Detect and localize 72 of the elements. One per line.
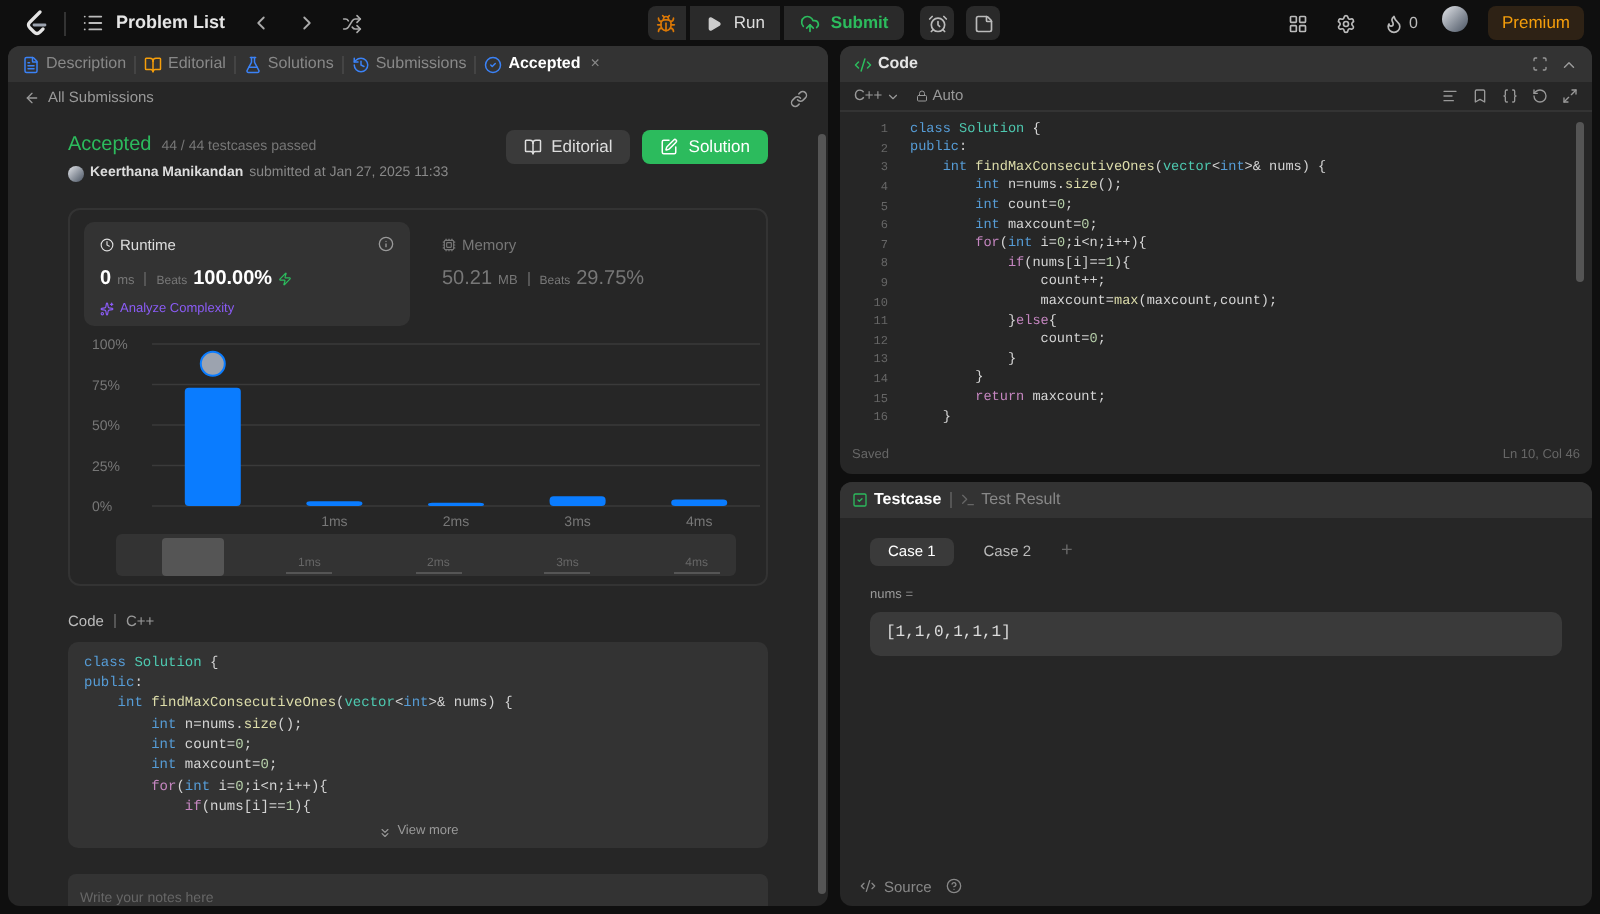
avatar [1442,5,1468,31]
panel-tab[interactable]: Editorial [136,46,234,82]
source-icon[interactable] [860,878,876,895]
debug-button[interactable] [647,6,686,40]
sparkles-icon [100,302,114,317]
back-arrow-icon [24,90,40,106]
bookmark-icon[interactable] [1472,88,1488,104]
editorial-button[interactable]: Editorial [505,130,631,164]
code-icon [854,55,872,73]
accepted-tab-icon [484,55,503,73]
beats-value: 29.75% [576,265,645,294]
link-icon[interactable] [790,89,808,107]
bar [549,495,606,505]
bar [671,498,728,505]
reset-icon[interactable] [1532,88,1548,104]
logo-icon[interactable] [24,9,48,37]
terminal-icon [959,492,976,508]
flame-icon[interactable] [1383,13,1404,33]
alarm-clock-icon [927,13,948,33]
close-icon[interactable]: × [590,52,600,76]
streak-count: 0 [1409,11,1418,35]
scrollbar[interactable] [1576,122,1584,282]
note-button[interactable] [966,6,1001,40]
bug-icon [656,13,677,33]
cloud-upload-icon [800,13,821,33]
status-label: Accepted [68,132,152,160]
description-tab-icon [22,55,40,73]
problem-list-link[interactable]: Problem List [116,9,226,37]
panel-tab[interactable]: Accepted × [476,46,608,82]
clock-icon [100,237,114,252]
double-chevron-icon [377,825,392,839]
panel-tab[interactable]: Testcase [852,488,942,512]
stat-value: 0 [100,265,112,294]
checkbox-icon [852,492,868,508]
slider-handle[interactable] [162,537,224,575]
format-icon[interactable] [1442,88,1458,104]
info-icon[interactable] [378,236,394,253]
layout-icon[interactable] [1287,13,1308,33]
panel-tab[interactable]: Test Result [959,488,1061,512]
timer-button[interactable] [920,6,955,40]
user-avatar [68,166,84,183]
panel-tab[interactable]: Solutions [235,46,342,82]
panel-tab[interactable]: Submissions [343,46,475,82]
braces-icon[interactable] [1502,88,1518,104]
caret-icon [886,89,901,103]
input-field[interactable]: [1,1,0,1,1,1] [870,611,1562,656]
help-icon[interactable] [945,878,962,895]
book-icon [523,138,542,156]
editorial-tab-icon [144,55,163,73]
edit-icon [660,138,679,156]
shuffle-icon[interactable] [341,13,362,33]
fullscreen-icon[interactable] [1532,56,1548,72]
bar [184,386,241,505]
run-button[interactable]: Run [689,6,781,40]
submissions-tab-icon [351,55,370,73]
avatar-marker [199,349,226,376]
chip-icon [442,237,456,252]
play-icon [705,15,722,31]
panel-title: Code [878,52,918,76]
note-icon [973,13,994,33]
premium-button[interactable]: Premium [1488,6,1585,40]
settings-icon[interactable] [1335,13,1356,33]
submit-button[interactable]: Submit [784,6,905,40]
solutions-tab-icon [243,55,262,73]
stat-value: 50.21 [442,265,493,294]
lock-icon [916,90,929,102]
list-icon[interactable] [82,12,104,34]
bar [306,500,363,505]
panel-tab[interactable]: Description [14,46,135,82]
expand-icon[interactable] [1562,88,1578,104]
scrollbar[interactable] [818,134,826,894]
beats-value: 100.00% [193,265,273,294]
